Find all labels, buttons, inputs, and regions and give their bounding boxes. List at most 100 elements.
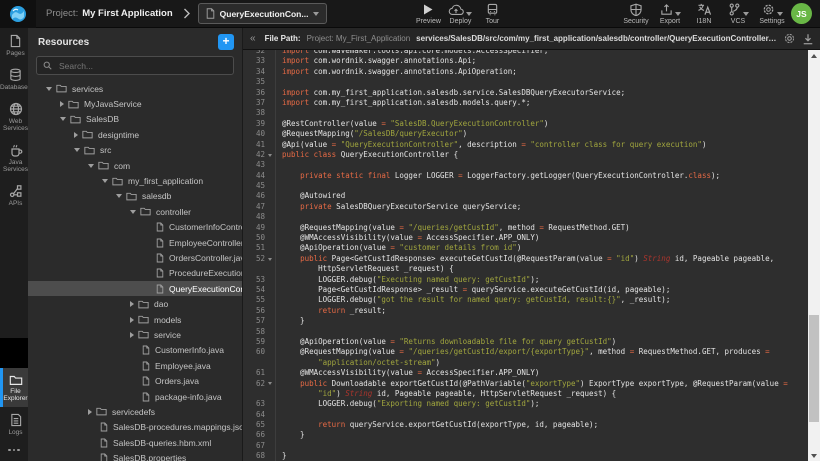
expand-arrow-icon[interactable] — [130, 317, 134, 323]
sidebar-item-logs[interactable]: Logs — [0, 407, 28, 441]
tree-file-orders.java[interactable]: Orders.java — [28, 373, 242, 388]
collapse-arrow-icon[interactable] — [88, 164, 94, 168]
tree-folder-designtime[interactable]: designtime — [28, 127, 242, 142]
file-settings-gear-icon[interactable] — [783, 32, 796, 45]
line-number: 50 — [243, 233, 268, 243]
tree-item-label: Orders.java — [155, 376, 199, 386]
editor-scrollbar[interactable] — [808, 50, 820, 461]
tree-item-label: SalesDB.properties — [113, 453, 186, 461]
expand-arrow-icon[interactable] — [74, 132, 78, 138]
tree-file-queryexecutioncontroller.java[interactable]: QueryExecutionController.java — [28, 281, 242, 296]
folder-icon — [126, 192, 137, 201]
scrollbar-thumb[interactable] — [809, 315, 819, 422]
vcs-button[interactable]: VCS — [725, 3, 751, 25]
fold-toggle-icon[interactable] — [268, 154, 272, 157]
code-line: 63 LOGGER.debug("Exporting named query: … — [243, 399, 808, 409]
fold-toggle-icon[interactable] — [268, 382, 272, 385]
tree-folder-salesdb[interactable]: SalesDB — [28, 112, 242, 127]
file-icon — [156, 284, 164, 294]
file-icon — [156, 238, 164, 248]
expand-arrow-icon[interactable] — [88, 409, 92, 415]
tree-item-label: package-info.java — [155, 392, 222, 402]
folder-icon — [56, 84, 67, 93]
sidebar-more-button[interactable] — [0, 441, 28, 461]
top-bar: Project: My First Application QueryExecu… — [0, 0, 820, 28]
export-button[interactable]: Export — [657, 3, 683, 25]
i18n-button[interactable]: I18N — [691, 3, 717, 25]
search-input[interactable] — [57, 60, 227, 72]
file-tree: servicesMyJavaService SalesDB designtime sr… — [28, 81, 242, 461]
tree-item-label: SalesDB — [86, 114, 119, 124]
file-path-bar: « File Path: Project: My_First_Applicati… — [243, 28, 820, 50]
sidebar-item-pages[interactable]: Pages — [0, 28, 28, 62]
settings-button[interactable]: Settings — [759, 3, 785, 25]
tree-folder-services[interactable]: services — [28, 81, 242, 96]
tree-folder-salesdb[interactable]: salesdb — [28, 189, 242, 204]
code-line: 45 — [243, 181, 808, 191]
sidebar-item-web-services[interactable]: Web Services — [0, 96, 28, 137]
sidebar-divider — [0, 338, 28, 368]
fold-toggle-icon[interactable] — [268, 258, 272, 261]
tree-folder-src[interactable]: src — [28, 143, 242, 158]
tour-button[interactable]: Tour — [479, 3, 505, 25]
code-line: 40@RequestMapping("/SalesDB/queryExecuto… — [243, 129, 808, 139]
scrollbar-up-arrow[interactable] — [808, 50, 820, 61]
open-file-tab-dropdown[interactable]: QueryExecutionCon... — [198, 3, 328, 24]
sidebar-item-label: Java Services — [3, 159, 28, 173]
expand-arrow-icon[interactable] — [60, 101, 64, 107]
code-line: 34import com.wordnik.swagger.annotations… — [243, 67, 808, 77]
line-number: 59 — [243, 337, 268, 347]
preview-button[interactable]: Preview — [415, 3, 441, 25]
tree-file-employee.java[interactable]: Employee.java — [28, 358, 242, 373]
tree-item-label: src — [100, 145, 111, 155]
collapse-arrow-icon[interactable] — [60, 117, 66, 121]
user-avatar[interactable]: JS — [791, 3, 812, 24]
tree-file-employeecontroller.java[interactable]: EmployeeController.java — [28, 235, 242, 250]
code-editor[interactable]: 32import com.wavemaker.tools.api.core.mo… — [243, 50, 820, 461]
expand-arrow-icon[interactable] — [130, 332, 134, 338]
expand-arrow-icon[interactable] — [130, 301, 134, 307]
tree-folder-models[interactable]: models — [28, 312, 242, 327]
java-services-icon — [9, 143, 23, 157]
collapse-arrow-icon[interactable] — [116, 194, 122, 198]
tree-folder-com[interactable]: com — [28, 158, 242, 173]
download-file-icon[interactable] — [802, 33, 814, 45]
sidebar-item-apis[interactable]: APIs — [0, 178, 28, 212]
tree-file-orderscontroller.java[interactable]: OrdersController.java — [28, 250, 242, 265]
collapse-panel-button[interactable]: « — [247, 33, 259, 44]
line-number: 53 — [243, 275, 268, 285]
collapse-arrow-icon[interactable] — [102, 179, 108, 183]
sidebar-item-file-explorer[interactable]: File Explorer — [0, 368, 28, 407]
security-button[interactable]: Security — [623, 3, 649, 25]
deploy-button[interactable]: Deploy — [447, 3, 473, 25]
add-resource-button[interactable]: + — [218, 34, 234, 50]
collapse-arrow-icon[interactable] — [74, 148, 80, 152]
tree-file-procedureexecutioncontroller.java[interactable]: ProcedureExecutionController.java — [28, 266, 242, 281]
tree-file-customerinfo.java[interactable]: CustomerInfo.java — [28, 343, 242, 358]
code-line: 33import com.wordnik.swagger.annotations… — [243, 56, 808, 66]
sidebar-item-label: APIs — [9, 200, 23, 207]
scrollbar-down-arrow[interactable] — [808, 450, 820, 461]
tree-folder-servicedefs[interactable]: servicedefs — [28, 404, 242, 419]
tree-folder-service[interactable]: service — [28, 327, 242, 342]
tree-folder-my_first_application[interactable]: my_first_application — [28, 173, 242, 188]
wavemaker-logo[interactable] — [0, 0, 36, 28]
code-line: 39@RestController(value = "SalesDB.Query… — [243, 119, 808, 129]
tree-file-package-info.java[interactable]: package-info.java — [28, 389, 242, 404]
code-line: 44 private static final Logger LOGGER = … — [243, 171, 808, 181]
tree-folder-controller[interactable]: controller — [28, 204, 242, 219]
tree-file-customerinfocontroller.java[interactable]: CustomerInfoController.java — [28, 220, 242, 235]
tree-file-salesdb-queries.hbm.xml[interactable]: SalesDB-queries.hbm.xml — [28, 435, 242, 450]
sidebar-item-java-services[interactable]: Java Services — [0, 137, 28, 178]
tree-file-salesdb-procedures.mappings.json[interactable]: SalesDB-procedures.mappings.json — [28, 420, 242, 435]
sidebar-item-databases[interactable]: Databases — [0, 62, 28, 96]
tree-folder-dao[interactable]: dao — [28, 296, 242, 311]
tree-file-salesdb.properties[interactable]: SalesDB.properties — [28, 450, 242, 461]
collapse-arrow-icon[interactable] — [130, 210, 136, 214]
sidebar-item-label: File Explorer — [3, 388, 28, 402]
tree-folder-myjavaservice[interactable]: MyJavaService — [28, 96, 242, 111]
resources-panel: Resources + servicesMyJavaServiceSalesDB… — [28, 28, 243, 461]
collapse-arrow-icon[interactable] — [46, 87, 52, 91]
code-line: 54 Page<GetCustIdResponse> _result = que… — [243, 285, 808, 295]
line-number — [243, 264, 268, 274]
